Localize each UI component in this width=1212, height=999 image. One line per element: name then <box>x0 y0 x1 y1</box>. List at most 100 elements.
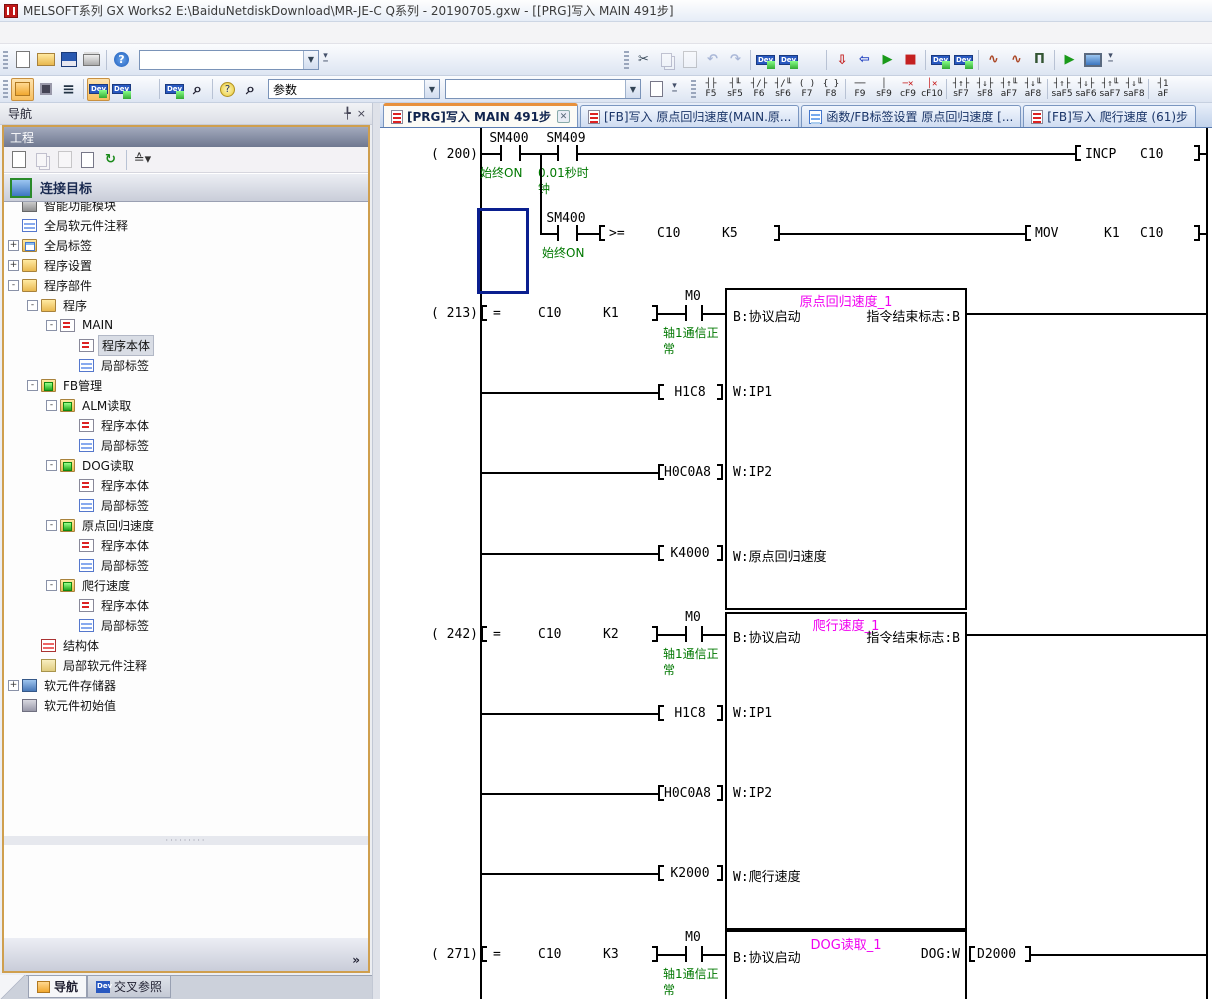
fb-input-value[interactable]: H1C8 <box>664 385 716 400</box>
tree-item[interactable]: - MAIN <box>4 315 368 335</box>
tree-item[interactable]: 程序本体 <box>4 595 368 615</box>
tree-expander[interactable] <box>65 360 76 371</box>
toolbar-overflow-button[interactable]: ▾▔ <box>668 78 681 100</box>
edit-cursor[interactable] <box>477 208 529 294</box>
instruction[interactable]: INCP <box>1085 147 1116 162</box>
fb-input-value[interactable]: H0C0A8 <box>664 786 711 801</box>
tree-expander[interactable]: - <box>8 280 19 291</box>
tree-item[interactable]: 程序本体 <box>4 475 368 495</box>
instruction-operand[interactable]: K1 <box>1104 226 1120 241</box>
ladder-symbol-button[interactable]: │✕ cF10 <box>920 77 944 102</box>
compare-operand[interactable]: C10 <box>538 306 561 321</box>
bottom-tab[interactable]: 导航 <box>28 976 87 998</box>
quick-access-input[interactable] <box>140 51 303 69</box>
tree-item[interactable]: - DOG读取 <box>4 455 368 475</box>
tree-expander[interactable] <box>65 560 76 571</box>
tree-item[interactable]: 局部标签 <box>4 555 368 575</box>
tree-item[interactable]: 全局软元件注释 <box>4 215 368 235</box>
tree-expander[interactable]: - <box>46 520 57 531</box>
menu-item[interactable] <box>152 31 170 35</box>
monr-button[interactable] <box>899 48 922 71</box>
dev-button[interactable] <box>754 48 777 71</box>
tree-item[interactable]: 程序本体 <box>4 415 368 435</box>
tree-expander[interactable]: - <box>27 380 38 391</box>
help-button[interactable] <box>110 48 133 71</box>
ladder-symbol-button[interactable]: ( ) F7 <box>795 77 819 102</box>
tree-item[interactable]: 局部标签 <box>4 355 368 375</box>
chevron-down-icon[interactable]: ▼ <box>625 80 640 98</box>
tree-item[interactable]: - 程序 <box>4 295 368 315</box>
tree-item[interactable]: 结构体 <box>4 635 368 655</box>
tree-item[interactable]: 局部标签 <box>4 615 368 635</box>
contact-device[interactable]: M0 <box>661 289 725 304</box>
quick-access-combo[interactable]: ▼ <box>139 50 319 70</box>
tree-item[interactable]: 局部软元件注释 <box>4 655 368 675</box>
paste-button[interactable] <box>54 149 75 170</box>
menu-item[interactable] <box>44 31 62 35</box>
fb-output-value[interactable]: D2000 <box>977 947 1016 962</box>
ladder-symbol-button[interactable]: ┤⇑├ saF5 <box>1050 77 1074 102</box>
ladder-symbol-button[interactable]: ┤1 aF <box>1151 77 1175 102</box>
tree-expander[interactable]: + <box>8 240 19 251</box>
open-button[interactable] <box>34 48 57 71</box>
panel-splitter-handle[interactable]: ········· <box>4 836 368 845</box>
chevron-down-icon[interactable]: ▼ <box>424 80 439 98</box>
panel-splitter[interactable] <box>372 103 380 999</box>
tree-expander[interactable] <box>27 660 38 671</box>
close-icon[interactable]: × <box>357 107 366 120</box>
ladder-symbol-button[interactable]: ┤↑╙ aF7 <box>997 77 1021 102</box>
dev-button[interactable] <box>163 78 186 101</box>
compare-operand[interactable]: K1 <box>603 306 619 321</box>
tree-item[interactable]: 局部标签 <box>4 495 368 515</box>
ladder-symbol-button[interactable]: │ sF9 <box>872 77 896 102</box>
filter-combo-input[interactable] <box>446 80 625 98</box>
cut-button[interactable] <box>632 48 655 71</box>
chevron-down-icon[interactable]: ▼ <box>303 51 318 69</box>
compare-operand[interactable]: C10 <box>538 947 561 962</box>
contact-device[interactable]: SM400 <box>533 211 599 226</box>
ladder-editor[interactable]: ( 200) SM400 SM409 始终ON 0.01秒时 钟 INCP C1… <box>380 128 1212 999</box>
ladder-symbol-button[interactable]: ┤/├ F6 <box>747 77 771 102</box>
tree-expander[interactable] <box>65 500 76 511</box>
tree-item[interactable]: 局部标签 <box>4 435 368 455</box>
new-button[interactable] <box>11 48 34 71</box>
ladder-symbol-button[interactable]: ── F9 <box>848 77 872 102</box>
chevron-more-button[interactable]: » <box>352 953 360 967</box>
dev-button[interactable] <box>110 78 133 101</box>
tree-item[interactable]: - FB管理 <box>4 375 368 395</box>
contact-device[interactable]: M0 <box>661 610 725 625</box>
menu-item[interactable] <box>8 31 26 35</box>
sort-button[interactable]: ≙▾ <box>132 149 153 170</box>
compare-op[interactable]: = <box>493 947 501 962</box>
ladder-symbol-button[interactable]: ┤⇓╙ saF8 <box>1122 77 1146 102</box>
tree-item[interactable]: 程序本体 <box>4 535 368 555</box>
toolbar-grip[interactable] <box>3 80 8 98</box>
ladder-symbol-button[interactable]: ┤╙ sF5 <box>723 77 747 102</box>
tree-expander[interactable] <box>65 620 76 631</box>
tree-expander[interactable]: - <box>46 460 57 471</box>
find-button[interactable] <box>186 78 209 101</box>
menu-item[interactable] <box>98 31 116 35</box>
tree-item[interactable]: 程序本体 <box>4 335 368 355</box>
undo-button[interactable] <box>701 48 724 71</box>
ladder-symbol-button[interactable]: ┤⇑╙ saF7 <box>1098 77 1122 102</box>
devh-button[interactable] <box>800 48 823 71</box>
tree-expander[interactable] <box>8 700 19 711</box>
mong-button[interactable] <box>876 48 899 71</box>
tree-expander[interactable]: - <box>46 400 57 411</box>
compare-operand[interactable]: K5 <box>722 226 738 241</box>
compare-operand[interactable]: K2 <box>603 627 619 642</box>
menu-item[interactable] <box>26 31 44 35</box>
tree-expander[interactable] <box>65 340 76 351</box>
device-combo[interactable]: ▼ <box>268 79 440 99</box>
modlist-button[interactable] <box>34 78 57 101</box>
tree-expander[interactable] <box>27 640 38 651</box>
fb-input-value[interactable]: K2000 <box>664 866 716 881</box>
graph-button[interactable] <box>1005 48 1028 71</box>
tree-item[interactable]: + 软元件存储器 <box>4 675 368 695</box>
menu-item[interactable] <box>170 31 188 35</box>
paste-button[interactable] <box>678 48 701 71</box>
new-item-button[interactable] <box>8 149 29 170</box>
ladder-symbol-button[interactable]: ┤/╙ sF6 <box>771 77 795 102</box>
document-tab[interactable]: [PRG]写入 MAIN 491步 ✕ <box>383 103 578 127</box>
